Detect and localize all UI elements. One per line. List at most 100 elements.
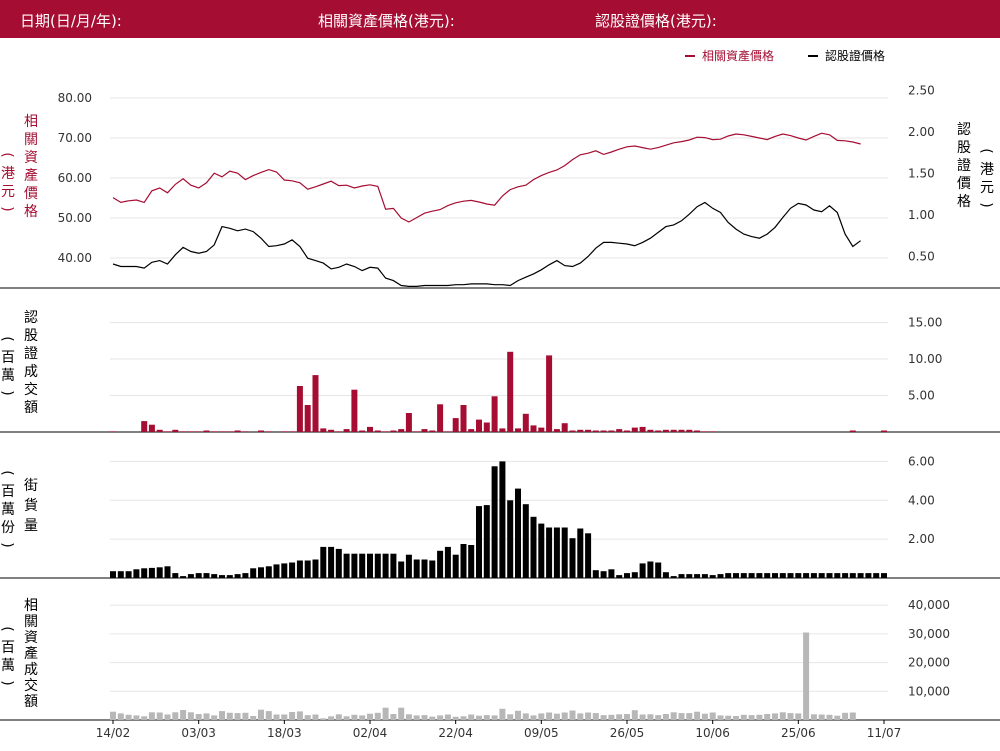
warrant-turnover-bar: [460, 405, 467, 432]
outstanding-bar: [351, 553, 358, 578]
warrant-turnover-bar: [491, 396, 498, 432]
underlying-turnover-bar: [312, 714, 319, 720]
outstanding-bar: [281, 563, 288, 578]
outstanding-bar: [476, 506, 482, 578]
outstanding-bar: [694, 574, 701, 578]
outstanding-bar: [585, 533, 592, 578]
underlying-turnover-bar: [219, 711, 225, 720]
warrant-turnover-axis-tick-label: 5.00: [908, 389, 935, 403]
warrant-turnover-ylabel-unit-char: 百: [1, 350, 15, 366]
warrant-turnover-bar: [242, 431, 249, 432]
warrant-turnover-bar: [258, 430, 264, 432]
left-ylabel-unit-char: 港: [1, 166, 15, 182]
underlying-turnover-bar: [141, 716, 148, 720]
right-ylabel-title-char: 價: [957, 175, 971, 192]
underlying-turnover-ylabel-char: 成: [24, 662, 38, 678]
underlying-turnover-bar: [842, 712, 849, 720]
warrant-turnover-bar: [148, 424, 155, 432]
outstanding-bar: [187, 574, 194, 578]
warrant-turnover-bar: [359, 430, 366, 432]
warrant-turnover-bar: [281, 431, 288, 432]
right-axis-tick-label: 0.50: [908, 249, 935, 263]
warrant-price-line: [112, 201, 861, 287]
warrant-turnover-bar: [437, 404, 444, 432]
outstanding-bar: [180, 576, 187, 578]
underlying-turnover-ylabel-char: 產: [24, 645, 38, 662]
underlying-turnover-bar: [787, 713, 794, 720]
right-ylabel-title-char: 證: [957, 157, 971, 174]
left-ylabel-unit-char: ): [0, 206, 15, 211]
outstanding-bar: [818, 573, 825, 578]
underlying-turnover-bar: [795, 713, 802, 720]
header-bar: 日期(日/月/年): 相關資產價格(港元): 認股證價格(港元):: [0, 0, 1000, 38]
underlying-turnover-bar: [390, 714, 397, 720]
left-axis-tick-label: 80.00: [58, 91, 92, 105]
outstanding-bar: [624, 573, 630, 578]
underlying-turnover-bar: [600, 715, 607, 720]
warrant-turnover-bar: [522, 413, 529, 432]
warrant-turnover-bar: [234, 430, 241, 432]
warrant-turnover-bar: [881, 430, 887, 432]
x-tick-label: 22/04: [438, 726, 473, 740]
underlying-turnover-bar: [117, 713, 124, 720]
underlying-turnover-ylabel-char: 額: [24, 694, 38, 710]
underlying-turnover-ylabel-char: 相: [24, 598, 38, 614]
warrant-turnover-bar: [694, 430, 701, 432]
outstanding-axis-tick-label: 4.00: [908, 493, 935, 507]
underlying-turnover-bar: [553, 713, 560, 720]
underlying-turnover-bar: [125, 714, 132, 720]
underlying-turnover-bar: [694, 711, 701, 720]
warrant-turnover-bar: [226, 431, 233, 432]
warrant-turnover-ylabel-unit-char: (: [0, 336, 15, 341]
left-ylabel-title-char: 價: [24, 185, 38, 202]
outstanding-bar: [530, 516, 537, 578]
outstanding-bar: [156, 567, 163, 578]
left-ylabel-title-char: 格: [24, 204, 38, 220]
underlying-turnover-bar: [234, 713, 241, 720]
outstanding-bar: [483, 505, 490, 578]
underlying-turnover-bar: [662, 714, 669, 720]
outstanding-ylabel-unit-char: 百: [1, 484, 15, 500]
outstanding-ylabel-char: 街: [24, 478, 38, 494]
warrant-turnover-axis-tick-label: 15.00: [908, 316, 942, 330]
warrant-turnover-bar: [592, 430, 599, 432]
warrant-turnover-bar: [219, 431, 225, 432]
underlying-turnover-bar: [273, 714, 280, 720]
warrant-turnover-bar: [600, 430, 607, 432]
underlying-turnover-bar: [164, 714, 171, 720]
outstanding-bar: [733, 573, 739, 578]
warrant-turnover-ylabel-char: 股: [24, 328, 38, 344]
date-label: 日期(日/月/年):: [20, 12, 122, 30]
outstanding-ylabel-unit-char: ): [0, 542, 15, 547]
right-ylabel-title-char: 格: [957, 194, 971, 210]
outstanding-bar: [499, 461, 506, 578]
outstanding-bar: [616, 575, 623, 578]
underlying-turnover-bar: [631, 710, 638, 720]
warrant-turnover-bar: [608, 430, 615, 432]
outstanding-bar: [647, 561, 654, 578]
right-axis-tick-label: 2.00: [908, 125, 935, 139]
warrant-turnover-ylabel-unit-char: 萬: [1, 368, 15, 384]
outstanding-bar: [639, 563, 646, 578]
underlying-turnover-bar: [328, 716, 335, 720]
warrant-turnover-bar: [265, 431, 272, 432]
underlying-turnover-bar: [226, 712, 233, 720]
outstanding-bar: [631, 572, 638, 578]
underlying-turnover-bar: [180, 710, 187, 720]
outstanding-bar: [405, 554, 412, 578]
outstanding-bar: [546, 527, 553, 578]
outstanding-bar: [226, 575, 233, 578]
warrant-turnover-ylabel-char: 證: [24, 345, 38, 362]
warrant-turnover-bar: [413, 431, 420, 432]
underlying-turnover-bar: [258, 709, 264, 720]
right-ylabel-title-char: 認: [957, 122, 971, 138]
underlying-turnover-bar: [803, 632, 810, 720]
outstanding-bar: [335, 548, 342, 578]
outstanding-ylabel-char: 貨: [24, 497, 38, 514]
warrant-turnover-bar: [367, 426, 373, 432]
outstanding-bar: [195, 573, 202, 578]
warrant-turnover-bar: [515, 428, 521, 432]
warrant-turnover-bar: [507, 351, 514, 432]
warrant-turnover-bar: [382, 431, 389, 432]
warrant-turnover-axis-tick-label: 10.00: [908, 352, 942, 366]
